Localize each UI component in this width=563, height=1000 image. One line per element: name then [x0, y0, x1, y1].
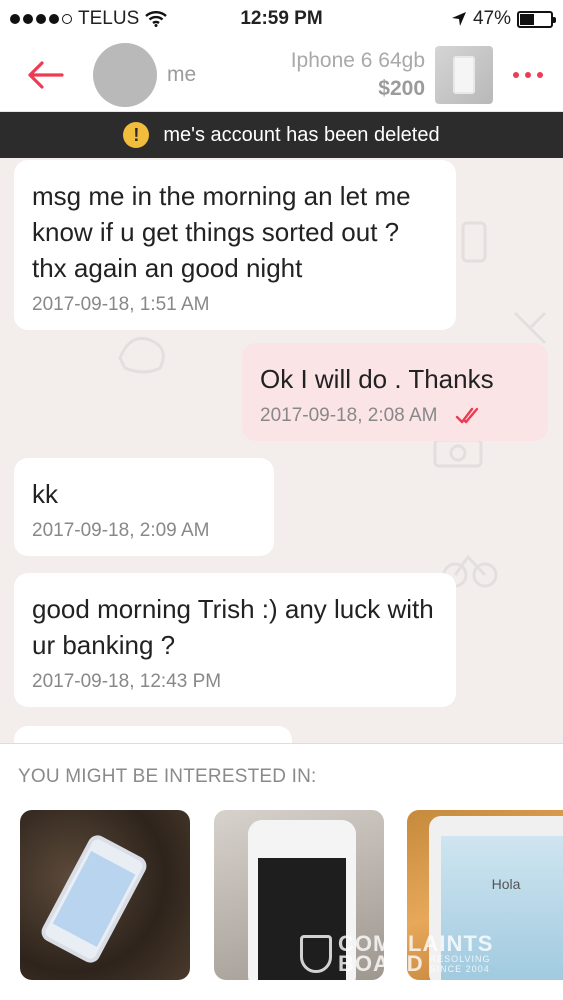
arrow-left-icon: [28, 60, 64, 89]
message-bubble[interactable]: msg me in the morning an let me know if …: [14, 160, 456, 330]
location-arrow-icon: [451, 12, 466, 26]
status-bar: TELUS 12:59 PM 47%: [0, 0, 563, 38]
message-text: good morning Trish :) any luck with ur b…: [32, 594, 434, 660]
background-doodle-icon: [461, 221, 487, 263]
message-bubble-sent[interactable]: Ok I will do . Thanks 2017-09-18, 2:08 A…: [242, 343, 548, 441]
message-timestamp: 2017-09-18, 1:51 AM: [32, 294, 210, 315]
back-button[interactable]: [0, 38, 90, 112]
account-deleted-banner: ! me's account has been deleted: [0, 112, 563, 158]
avatar[interactable]: [93, 42, 157, 107]
watermark-sub2: SINCE 2004: [429, 964, 490, 974]
wifi-icon: [145, 11, 168, 27]
message-list[interactable]: msg me in the morning an let me know if …: [0, 158, 563, 743]
message-bubble-partial[interactable]: [14, 726, 292, 743]
item-info[interactable]: Iphone 6 64gb $200: [291, 49, 425, 101]
battery-percent: 47%: [472, 8, 511, 29]
chat-header: me Iphone 6 64gb $200: [0, 38, 563, 112]
message-text: kk: [32, 479, 58, 509]
suggestion-card[interactable]: [20, 810, 190, 980]
watermark-sub1: RESOLVING: [429, 954, 491, 964]
banner-text: me's account has been deleted: [163, 123, 440, 146]
carrier-label: TELUS: [78, 8, 140, 29]
message-text: Ok I will do . Thanks: [260, 364, 494, 394]
message-timestamp: 2017-09-18, 2:09 AM: [32, 520, 210, 541]
watermark-logo: COMPLAINTS BOARD RESOLVING SINCE 2004: [300, 933, 493, 976]
shield-icon: [300, 935, 332, 973]
item-price: $200: [378, 76, 425, 100]
warning-icon: !: [123, 122, 150, 148]
signal-icon: [10, 14, 72, 24]
message-text: msg me in the morning an let me know if …: [32, 181, 411, 283]
message-timestamp: 2017-09-18, 12:43 PM: [32, 671, 222, 692]
more-options-button[interactable]: [493, 38, 563, 112]
watermark-line2: BOARD: [338, 951, 424, 976]
item-thumbnail[interactable]: [435, 45, 493, 104]
background-doodle-icon: [118, 337, 165, 374]
phone-image: [38, 831, 150, 967]
item-title: Iphone 6 64gb: [290, 48, 425, 72]
message-bubble[interactable]: kk 2017-09-18, 2:09 AM: [14, 458, 274, 556]
message-timestamp: 2017-09-18, 2:08 AM: [260, 405, 530, 427]
message-bubble[interactable]: good morning Trish :) any luck with ur b…: [14, 573, 456, 707]
double-check-icon: [456, 407, 479, 424]
battery-icon: [517, 10, 556, 28]
suggestions-title: YOU MIGHT BE INTERESTED IN:: [18, 766, 317, 787]
chat-username[interactable]: me: [167, 63, 291, 87]
more-dots-icon: [513, 71, 519, 78]
